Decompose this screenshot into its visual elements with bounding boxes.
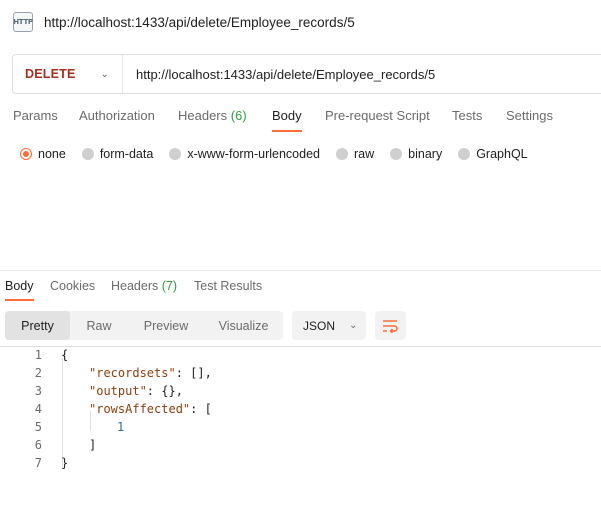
radio-urlencoded-label: x-www-form-urlencoded	[187, 147, 320, 161]
radio-none[interactable]: none	[20, 147, 66, 161]
radio-binary[interactable]: binary	[390, 147, 442, 161]
view-pretty-button[interactable]: Pretty	[5, 311, 70, 340]
code-text: }	[61, 456, 69, 470]
line-number: 3	[34, 384, 42, 398]
line-number: 4	[34, 402, 42, 416]
chevron-down-icon: ⌄	[349, 320, 358, 331]
line-number: 5	[34, 420, 42, 434]
tab-headers-label: Headers	[178, 108, 228, 123]
code-line-7: 7 }	[0, 454, 601, 472]
code-line-1: 1 {	[0, 346, 601, 364]
response-tab-headers-label: Headers	[111, 279, 159, 293]
response-code-viewer[interactable]: 1 { 2 "recordsets": [], 3 "output": {}, …	[0, 346, 601, 476]
tab-headers[interactable]: Headers (6)	[178, 108, 272, 130]
radio-graphql-label: GraphQL	[476, 147, 528, 161]
json-number: 1	[117, 420, 125, 434]
radio-urlencoded[interactable]: x-www-form-urlencoded	[169, 147, 320, 161]
response-tab-headers[interactable]: Headers (7)	[111, 279, 194, 299]
response-headers-count: (7)	[161, 279, 178, 293]
json-key: "rowsAffected"	[89, 402, 191, 416]
json-punct: : {},	[146, 384, 183, 398]
code-line-4: 4 "rowsAffected": [	[0, 400, 601, 418]
line-number: 7	[34, 456, 42, 470]
radio-raw[interactable]: raw	[336, 147, 374, 161]
tab-pre-request-script[interactable]: Pre-request Script	[325, 108, 452, 130]
pane-divider[interactable]	[0, 270, 601, 271]
code-line-5: 5 1	[0, 418, 601, 436]
code-line-6: 6 ]	[0, 436, 601, 454]
radio-form-data-label: form-data	[99, 147, 154, 161]
line-number: 6	[34, 438, 42, 452]
active-tab-indicator	[272, 130, 302, 132]
line-number: 2	[34, 366, 42, 380]
radio-form-data[interactable]: form-data	[81, 147, 154, 161]
code-text: "recordsets": [],	[89, 364, 212, 382]
response-tab-test-results[interactable]: Test Results	[194, 279, 262, 299]
code-text: "rowsAffected": [	[89, 400, 212, 418]
json-key: "output"	[89, 384, 147, 398]
radio-icon	[336, 148, 348, 160]
headers-count: (6)	[230, 108, 247, 123]
line-number: 1	[34, 348, 42, 362]
radio-binary-label: binary	[408, 147, 443, 161]
url-bar: DELETE ⌄ http://localhost:1433/api/delet…	[12, 54, 601, 94]
response-tabs: Body Cookies Headers (7) Test Results	[5, 279, 262, 299]
radio-icon	[169, 148, 182, 160]
json-punct: : [],	[175, 366, 212, 380]
response-active-tab-indicator	[5, 299, 34, 301]
radio-icon	[458, 148, 471, 160]
radio-none-label: none	[38, 147, 66, 161]
response-tab-body[interactable]: Body	[5, 279, 50, 299]
code-text: {	[61, 348, 69, 362]
json-key: "recordsets"	[89, 366, 176, 380]
view-raw-button[interactable]: Raw	[70, 311, 128, 340]
tab-settings[interactable]: Settings	[506, 108, 553, 130]
code-text: ]	[89, 438, 97, 452]
view-visualize-button[interactable]: Visualize	[204, 311, 283, 340]
tab-tests[interactable]: Tests	[452, 108, 506, 130]
chevron-down-icon: ⌄	[100, 68, 109, 80]
tab-body[interactable]: Body	[272, 108, 325, 130]
format-label: JSON	[303, 318, 336, 333]
response-tab-cookies[interactable]: Cookies	[50, 279, 111, 299]
radio-checked-icon	[20, 148, 32, 160]
view-mode-group: Pretty Raw Preview Visualize	[5, 311, 283, 340]
code-line-2: 2 "recordsets": [],	[0, 364, 601, 382]
http-request-icon: HTTP	[13, 12, 33, 32]
request-title-row: HTTP http://localhost:1433/api/delete/Em…	[13, 11, 355, 33]
request-title[interactable]: http://localhost:1433/api/delete/Employe…	[44, 15, 355, 30]
radio-raw-label: raw	[354, 147, 375, 161]
method-select[interactable]: DELETE ⌄	[13, 55, 123, 93]
format-select[interactable]: JSON ⌄	[292, 311, 366, 340]
radio-icon	[81, 148, 94, 160]
radio-graphql[interactable]: GraphQL	[458, 147, 528, 161]
wrap-lines-icon	[383, 319, 398, 333]
body-type-options: none form-data x-www-form-urlencoded raw…	[20, 146, 544, 162]
json-punct: : [	[190, 402, 212, 416]
method-label: DELETE	[25, 67, 76, 81]
wrap-lines-button[interactable]	[375, 311, 406, 340]
tab-authorization[interactable]: Authorization	[79, 108, 178, 130]
tab-params[interactable]: Params	[13, 108, 79, 130]
view-preview-button[interactable]: Preview	[128, 311, 204, 340]
request-tabs: Params Authorization Headers (6) Body Pr…	[13, 108, 553, 130]
code-text: "output": {},	[89, 382, 183, 400]
radio-icon	[390, 148, 403, 160]
url-input[interactable]: http://localhost:1433/api/delete/Employe…	[136, 67, 435, 82]
code-line-3: 3 "output": {},	[0, 382, 601, 400]
